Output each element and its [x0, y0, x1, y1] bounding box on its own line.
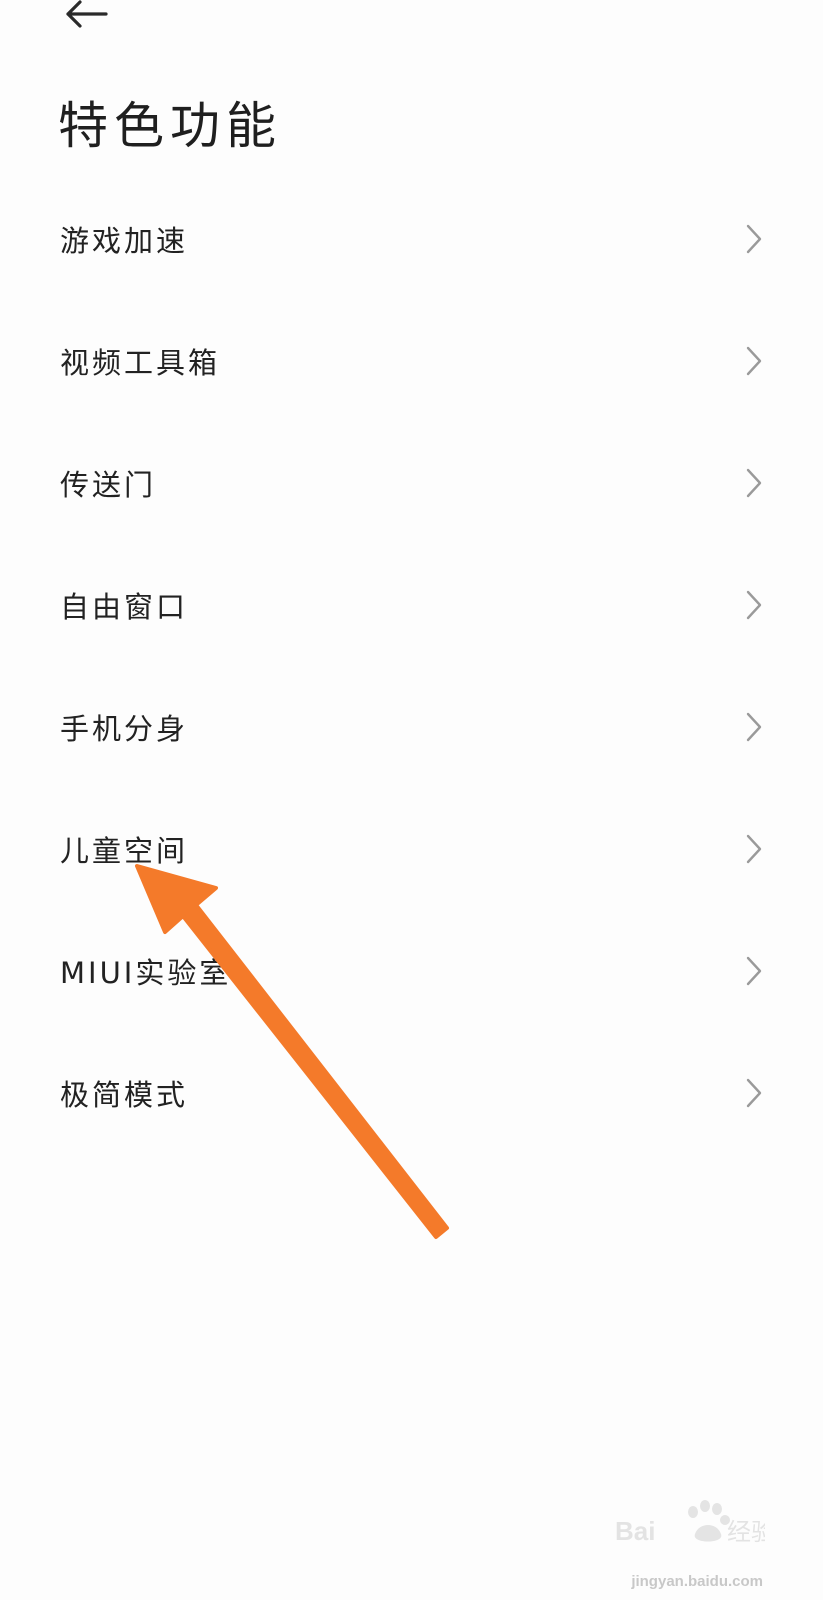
menu-list: 游戏加速 视频工具箱 传送门 自由窗口 手机分身 儿童空间 MIUI实验室 极简…	[0, 178, 823, 1154]
menu-item-label: 游戏加速	[60, 224, 189, 258]
chevron-right-icon	[743, 954, 765, 988]
chevron-right-icon	[743, 466, 765, 500]
chevron-right-icon	[743, 832, 765, 866]
chevron-right-icon	[743, 1076, 765, 1110]
back-button[interactable]	[58, 0, 114, 34]
menu-item-kids-space[interactable]: 儿童空间	[0, 788, 823, 910]
menu-item-label: MIUI实验室	[60, 956, 232, 990]
menu-item-label: 手机分身	[60, 712, 189, 746]
watermark-url: jingyan.baidu.com	[631, 1573, 763, 1590]
menu-item-miui-lab[interactable]: MIUI实验室	[0, 910, 823, 1032]
baidu-paw-logo-icon: Bai 经验	[615, 1500, 765, 1546]
menu-item-label: 视频工具箱	[60, 346, 221, 380]
menu-item-portal[interactable]: 传送门	[0, 422, 823, 544]
menu-item-simple-mode[interactable]: 极简模式	[0, 1032, 823, 1154]
menu-item-label: 自由窗口	[60, 590, 189, 624]
arrow-left-icon	[66, 0, 108, 28]
svg-text:Bai: Bai	[615, 1516, 655, 1546]
page-title: 特色功能	[58, 97, 282, 155]
menu-item-video-toolbox[interactable]: 视频工具箱	[0, 300, 823, 422]
menu-item-label: 极简模式	[60, 1078, 189, 1112]
menu-item-label: 儿童空间	[60, 834, 189, 868]
menu-item-dual-apps[interactable]: 手机分身	[0, 666, 823, 788]
menu-item-free-window[interactable]: 自由窗口	[0, 544, 823, 666]
chevron-right-icon	[743, 344, 765, 378]
menu-item-label: 传送门	[60, 468, 157, 502]
chevron-right-icon	[743, 710, 765, 744]
chevron-right-icon	[743, 222, 765, 256]
svg-text:经验: 经验	[727, 1518, 765, 1546]
menu-item-game-boost[interactable]: 游戏加速	[0, 178, 823, 300]
chevron-right-icon	[743, 588, 765, 622]
